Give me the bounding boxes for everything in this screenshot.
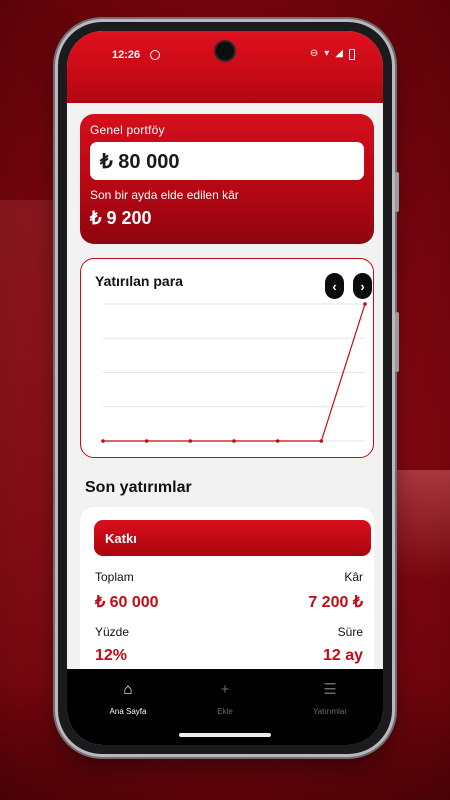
list-icon: ☰ — [323, 681, 337, 698]
portfolio-label: Genel portföy — [90, 123, 165, 137]
status-bar: 12:26 ⊖ ▾ ◢ — [67, 31, 383, 103]
percent-value: 12% — [95, 647, 128, 664]
monthly-profit-label: Son bir ayda elde edilen kâr — [90, 188, 239, 202]
duration-value: 12 ay — [322, 647, 363, 664]
recent-investments-title: Son yatırımlar — [85, 479, 192, 496]
portfolio-amount: ₺ 80 000 — [90, 142, 364, 180]
nav-home[interactable]: ⌂ Ana Sayfa — [78, 679, 178, 716]
nav-add[interactable]: + Ekle — [175, 679, 275, 716]
data-point — [275, 439, 280, 443]
portfolio-card: Genel portföy ₺ 80 000 Son bir ayda elde… — [80, 114, 374, 244]
status-time: 12:26 — [112, 49, 141, 61]
dnd-icon: ⊖ — [309, 48, 319, 59]
volume-button — [395, 172, 399, 212]
chart-prev-button[interactable]: ‹ — [325, 273, 344, 299]
data-point — [188, 439, 193, 443]
duration-label: Süre — [337, 625, 363, 639]
total-value: ₺ 60 000 — [95, 594, 159, 611]
nav-home-label: Ana Sayfa — [109, 707, 147, 716]
nav-investments-label: Yatırımlar — [312, 707, 348, 716]
nav-investments[interactable]: ☰ Yatırımlar — [280, 679, 380, 716]
status-icons: ⊖ ▾ ◢ — [310, 48, 355, 60]
monthly-profit-amount: ₺ 9 200 — [90, 208, 152, 228]
total-label: Toplam — [95, 570, 134, 584]
home-indicator[interactable] — [179, 733, 271, 737]
front-camera — [216, 42, 234, 60]
nav-add-label: Ekle — [217, 707, 233, 716]
invested-money-chart: Yatırılan para ‹ › — [80, 258, 374, 458]
data-point — [101, 439, 105, 443]
percent-label: Yüzde — [95, 625, 130, 639]
wifi-icon: ▾ — [324, 48, 330, 59]
profit-value: 7 200 ₺ — [308, 594, 363, 611]
data-point — [144, 439, 149, 443]
data-point — [319, 439, 324, 443]
app-screen: 12:26 ⊖ ▾ ◢ Genel portföy ₺ 80 000 Son b… — [67, 31, 383, 745]
chart-next-button[interactable]: › — [353, 273, 372, 299]
investment-name: Katkı — [94, 520, 371, 556]
profit-label: Kâr — [344, 570, 363, 584]
battery-icon — [349, 48, 355, 60]
signal-icon: ◢ — [335, 48, 343, 59]
home-icon: ⌂ — [123, 681, 133, 698]
data-point — [363, 302, 367, 306]
phone-frame: 12:26 ⊖ ▾ ◢ Genel portföy ₺ 80 000 Son b… — [58, 22, 399, 754]
plus-icon: + — [220, 681, 230, 698]
data-point — [232, 439, 236, 443]
power-button — [395, 312, 399, 372]
chart-title: Yatırılan para — [95, 273, 183, 289]
notification-icon — [150, 50, 160, 60]
